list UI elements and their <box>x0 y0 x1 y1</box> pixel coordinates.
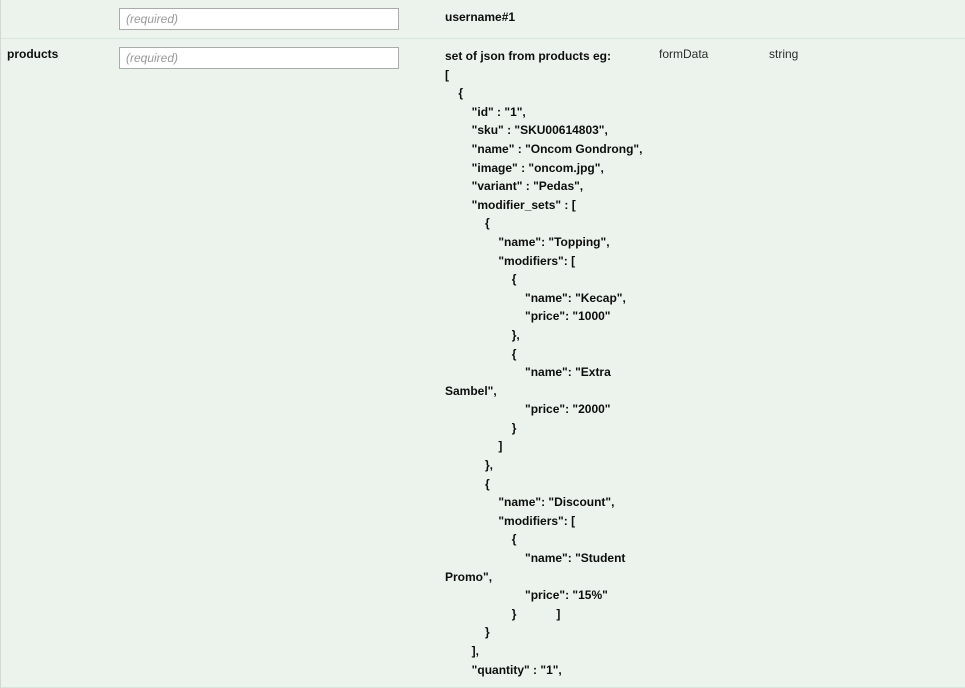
param-type-cell <box>653 0 763 39</box>
param-input[interactable] <box>119 47 399 69</box>
parameter-table: username#1 products set of json from pro… <box>1 0 965 688</box>
param-name: products <box>7 47 58 61</box>
data-type-cell: string <box>763 39 965 688</box>
param-name-cell <box>1 0 113 39</box>
param-row: username#1 <box>1 0 965 39</box>
param-desc-cell: set of json from products eg: [ { "id" :… <box>439 39 653 688</box>
param-description-lead: set of json from products eg: <box>445 49 611 63</box>
data-type-cell <box>763 0 965 39</box>
param-type-cell: formData <box>653 39 763 688</box>
data-type: string <box>769 47 798 61</box>
param-value-cell <box>113 39 439 688</box>
param-description-json: [ { "id" : "1", "sku" : "SKU00614803", "… <box>445 68 642 677</box>
param-description: username#1 <box>445 10 515 24</box>
param-value-cell <box>113 0 439 39</box>
param-name-cell: products <box>1 39 113 688</box>
param-row: products set of json from products eg: [… <box>1 39 965 688</box>
param-type: formData <box>659 47 708 61</box>
param-input[interactable] <box>119 8 399 30</box>
param-desc-cell: username#1 <box>439 0 653 39</box>
